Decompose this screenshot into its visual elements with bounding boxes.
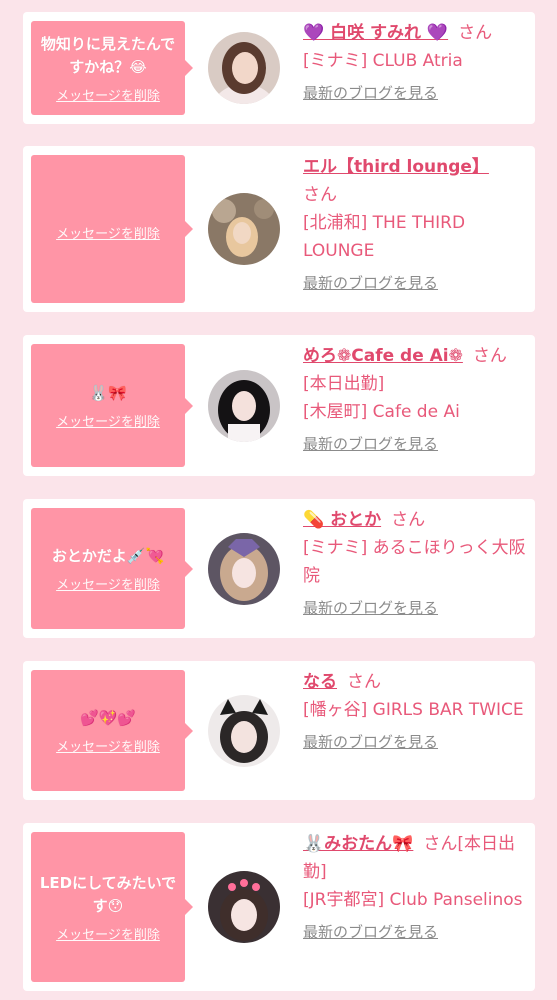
message-bubble: LEDにしてみたいです😯 メッセージを削除 [31, 832, 193, 982]
shop-name: [木屋町] Cafe de Ai [303, 402, 460, 422]
delete-message-link[interactable]: メッセージを削除 [56, 85, 160, 104]
delete-message-link[interactable]: メッセージを削除 [56, 411, 160, 430]
cast-info: なる さん [幡ヶ谷] GIRLS BAR TWICE 最新のブログを見る [303, 668, 527, 756]
cast-name-link[interactable]: なる [303, 672, 337, 692]
shop-name: [幡ヶ谷] GIRLS BAR TWICE [303, 700, 524, 720]
latest-blog-link[interactable]: 最新のブログを見る [303, 269, 527, 297]
shop-name: [北浦和] THE THIRD LOUNGE [303, 213, 466, 261]
latest-blog-link[interactable]: 最新のブログを見る [303, 79, 527, 107]
message-text: 🐰🎀 [89, 383, 127, 402]
avatar[interactable] [208, 695, 280, 767]
cast-name-link[interactable]: 💜 白咲 すみれ 💜 [303, 23, 448, 43]
cast-info: 💊 おとか さん [ミナミ] あるこほりっく大阪院 最新のブログを見る [303, 506, 527, 622]
latest-blog-link[interactable]: 最新のブログを見る [303, 918, 527, 946]
delete-message-link[interactable]: メッセージを削除 [56, 574, 160, 593]
message-bubble: 物知りに見えたんですかね？😂 メッセージを削除 [31, 21, 193, 115]
cast-info: エル【third lounge】 さん [北浦和] THE THIRD LOUNG… [303, 153, 527, 297]
avatar[interactable] [208, 193, 280, 265]
message-text: LEDにしてみたいです😯 [39, 873, 177, 915]
message-bubble: おとかだよ💉💘 メッセージを削除 [31, 508, 193, 629]
cast-info: 🐰みおたん🎀 さん[本日出勤] [JR宇都宮] Club Panselinos 最… [303, 830, 527, 946]
shop-name: [JR宇都宮] Club Panselinos [303, 890, 523, 910]
avatar-photo [208, 193, 280, 265]
avatar-photo [208, 533, 280, 605]
honorific: さん [458, 23, 493, 43]
avatar-photo [208, 871, 280, 943]
message-bubble: 💕💖💕 メッセージを削除 [31, 670, 193, 791]
message-bubble: メッセージを削除 [31, 155, 193, 303]
message-text: 💕💖💕 [79, 708, 137, 727]
cast-info: めろ❁Cafe de Ai❁ さん[本日出勤] [木屋町] Cafe de Ai … [303, 342, 527, 458]
delete-message-link[interactable]: メッセージを削除 [56, 223, 160, 242]
honorific: さん [472, 346, 507, 366]
honorific: さん [391, 510, 426, 530]
cast-name-link[interactable]: エル【third lounge】 [303, 157, 489, 177]
message-card: おとかだよ💉💘 メッセージを削除 💊 おとか さん [ミナミ] あるこほりっく大阪… [23, 499, 535, 638]
avatar[interactable] [208, 370, 280, 442]
message-card: メッセージを削除 エル【third lounge】 さん [北浦和] THE TH… [23, 146, 535, 312]
message-card: 🐰🎀 メッセージを削除 めろ❁Cafe de Ai❁ さん [本日出勤] [木屋町]… [23, 335, 535, 476]
avatar[interactable] [208, 871, 280, 943]
honorific: さん [347, 672, 381, 692]
cast-name-link[interactable]: めろ❁Cafe de Ai❁ [303, 346, 463, 366]
shop-name: [ミナミ] CLUB Atria [303, 51, 463, 71]
avatar-photo [208, 32, 280, 104]
honorific: さん [423, 834, 458, 854]
shop-name: [ミナミ] あるこほりっく大阪院 [303, 538, 526, 586]
message-card: 物知りに見えたんですかね？😂 メッセージを削除 💜 白咲 すみれ 💜 さん [ミナ… [23, 12, 535, 124]
delete-message-link[interactable]: メッセージを削除 [56, 924, 160, 943]
attendance-status: [本日出勤] [303, 374, 385, 394]
cast-name-link[interactable]: 💊 おとか [303, 510, 381, 530]
cast-info: 💜 白咲 すみれ 💜 さん [ミナミ] CLUB Atria 最新のブログを見る [303, 19, 527, 107]
latest-blog-link[interactable]: 最新のブログを見る [303, 728, 527, 756]
message-text: 物知りに見えたんですかね？😂 [40, 34, 176, 76]
message-bubble: 🐰🎀 メッセージを削除 [31, 344, 193, 467]
honorific: さん [303, 185, 337, 205]
message-card: 💕💖💕 メッセージを削除 なる さん [幡ヶ谷] GIRLS BAR TWICE … [23, 661, 535, 800]
avatar-photo [208, 695, 280, 767]
avatar[interactable] [208, 32, 280, 104]
avatar[interactable] [208, 533, 280, 605]
latest-blog-link[interactable]: 最新のブログを見る [303, 430, 527, 458]
delete-message-link[interactable]: メッセージを削除 [56, 736, 160, 755]
message-card: LEDにしてみたいです😯 メッセージを削除 🐰みおたん🎀 さん[本日出勤] [JR… [23, 823, 535, 991]
cast-name-link[interactable]: 🐰みおたん🎀 [303, 834, 413, 854]
avatar-photo [208, 370, 280, 442]
message-text: おとかだよ💉💘 [51, 546, 165, 565]
latest-blog-link[interactable]: 最新のブログを見る [303, 594, 527, 622]
